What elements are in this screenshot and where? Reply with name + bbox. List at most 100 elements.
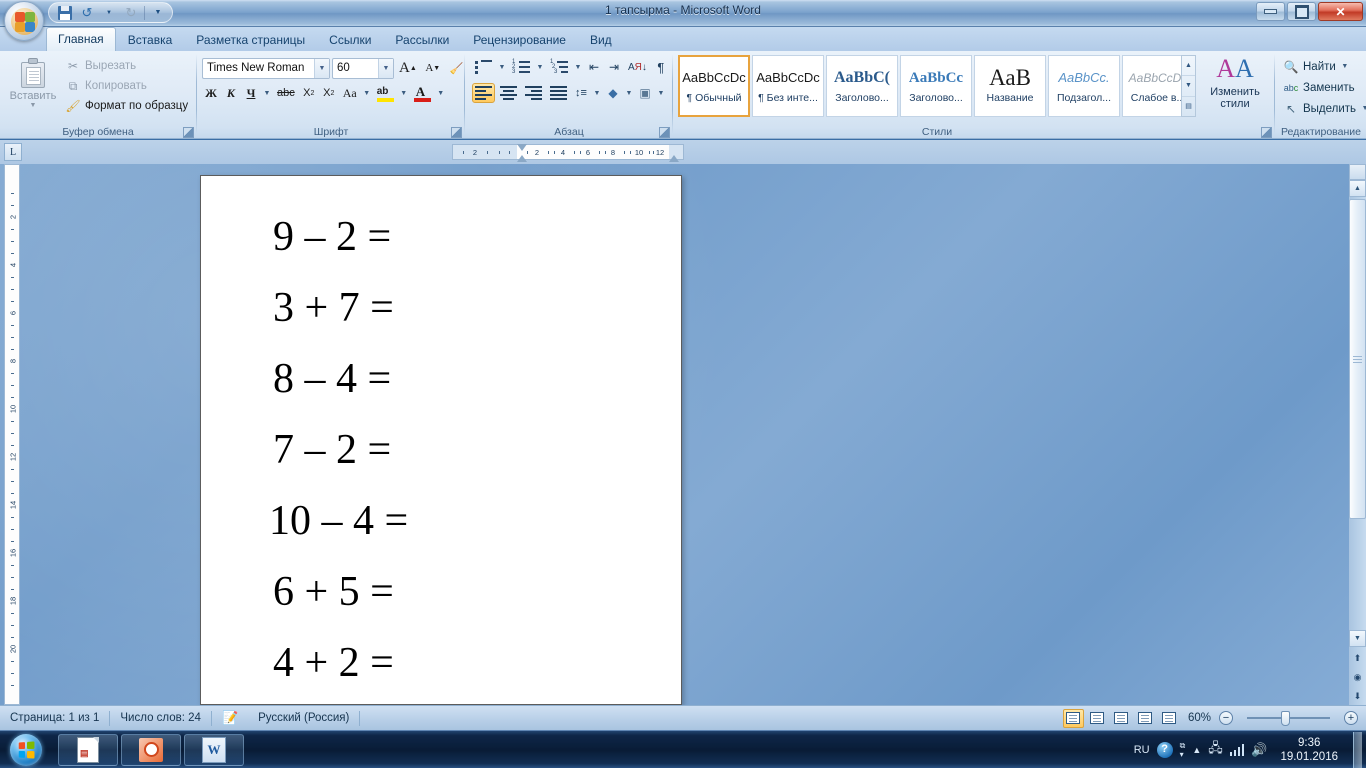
gallery-scroll-down-icon[interactable]: ▼: [1182, 76, 1195, 97]
underline-dropdown-icon[interactable]: ▼: [262, 90, 272, 97]
tab-insert[interactable]: Вставка: [116, 29, 185, 51]
zoom-level-label[interactable]: 60%: [1183, 712, 1216, 724]
zoom-out-button[interactable]: −: [1219, 711, 1233, 725]
maximize-button[interactable]: [1287, 2, 1316, 21]
select-dropdown-icon[interactable]: ▼: [1360, 105, 1366, 112]
chevron-down-icon[interactable]: ▼: [378, 58, 393, 78]
taskbar-item-paint-document[interactable]: ▤: [58, 733, 118, 766]
first-line-indent-marker[interactable]: [517, 144, 527, 151]
font-name-combo[interactable]: Times New Roman ▼: [202, 57, 330, 79]
chevron-down-icon[interactable]: ▼: [314, 58, 329, 78]
find-dropdown-icon[interactable]: ▼: [1340, 63, 1350, 70]
redo-button[interactable]: ↻: [121, 4, 141, 22]
language-indicator[interactable]: Русский (Россия): [248, 706, 359, 731]
tab-view[interactable]: Вид: [578, 29, 624, 51]
styles-dialog-launcher[interactable]: [1260, 126, 1272, 138]
vertical-ruler[interactable]: 2 4 6 8 10 12 14 16 18 20: [4, 164, 20, 705]
split-window-handle[interactable]: [1349, 164, 1366, 180]
change-styles-button[interactable]: AA Изменить стили: [1208, 53, 1262, 117]
vertical-scrollbar[interactable]: ▲ ▼ ⬆ ◉ ⬇: [1349, 164, 1366, 705]
view-draft-button[interactable]: [1159, 709, 1180, 728]
customize-quick-access-icon[interactable]: ▼: [148, 4, 168, 22]
clipboard-dialog-launcher[interactable]: [182, 126, 194, 138]
superscript-button[interactable]: X2: [320, 83, 338, 103]
bullets-button[interactable]: [472, 57, 495, 77]
style-card-subtitle[interactable]: AaBbCc. Подзагол...: [1048, 55, 1120, 117]
strikethrough-button[interactable]: abc: [274, 83, 298, 103]
tab-home[interactable]: Главная: [46, 27, 116, 51]
zoom-in-button[interactable]: +: [1344, 711, 1358, 725]
numbering-button[interactable]: 123: [509, 57, 533, 77]
shading-button[interactable]: ◆: [604, 83, 622, 103]
style-card-normal[interactable]: AaBbCcDc ¶ Обычный: [678, 55, 750, 117]
scroll-up-button[interactable]: ▲: [1349, 180, 1366, 197]
multilevel-list-button[interactable]: 123: [547, 57, 571, 77]
undo-dropdown-icon[interactable]: ▼: [99, 4, 119, 22]
highlight-button[interactable]: ab: [374, 83, 397, 103]
view-outline-button[interactable]: [1135, 709, 1156, 728]
gallery-more-icon[interactable]: ▤: [1182, 97, 1195, 116]
highlight-dropdown-icon[interactable]: ▼: [399, 90, 409, 97]
horizontal-ruler[interactable]: 2 2 4 6 8 10 12: [452, 144, 684, 162]
font-color-dropdown-icon[interactable]: ▼: [436, 90, 446, 97]
line-spacing-button[interactable]: ↕≡: [572, 83, 590, 103]
document-page[interactable]: 9 – 2 = 3 + 7 = 8 – 4 = 7 – 2 = 10 – 4 =…: [200, 175, 682, 705]
subscript-button[interactable]: X2: [300, 83, 318, 103]
volume-icon[interactable]: 🔊: [1251, 742, 1267, 758]
grow-font-button[interactable]: A ▲: [396, 57, 420, 79]
select-browse-object-button[interactable]: ◉: [1349, 669, 1366, 686]
word-count-indicator[interactable]: Число слов: 24: [110, 706, 211, 731]
increase-indent-button[interactable]: ⇥: [605, 57, 623, 77]
paragraph-dialog-launcher[interactable]: [658, 126, 670, 138]
document-text-body[interactable]: 9 – 2 = 3 + 7 = 8 – 4 = 7 – 2 = 10 – 4 =…: [269, 202, 671, 699]
signal-strength-icon[interactable]: [1229, 743, 1245, 756]
zoom-slider-handle[interactable]: [1281, 710, 1290, 726]
style-card-no-spacing[interactable]: AaBbCcDc ¶ Без инте...: [752, 55, 824, 117]
multilevel-dropdown-icon[interactable]: ▼: [573, 64, 583, 71]
undo-button[interactable]: ↺: [77, 4, 97, 22]
office-button[interactable]: [4, 1, 44, 41]
tab-references[interactable]: Ссылки: [317, 29, 383, 51]
taskbar-item-powerpoint[interactable]: [121, 733, 181, 766]
taskbar-clock[interactable]: 9:36 19.01.2016: [1274, 736, 1344, 764]
font-dialog-launcher[interactable]: [450, 126, 462, 138]
formatting-marks-button[interactable]: ¶: [652, 57, 670, 77]
tab-page-layout[interactable]: Разметка страницы: [184, 29, 317, 51]
replace-button[interactable]: ab c Заменить: [1280, 77, 1366, 98]
change-case-button[interactable]: Aa: [340, 83, 360, 103]
tab-review[interactable]: Рецензирование: [461, 29, 578, 51]
italic-button[interactable]: К: [222, 83, 240, 103]
view-web-layout-button[interactable]: [1111, 709, 1132, 728]
view-full-screen-reading-button[interactable]: [1087, 709, 1108, 728]
style-card-heading-2[interactable]: AaBbCc Заголово...: [900, 55, 972, 117]
line-spacing-dropdown-icon[interactable]: ▼: [592, 90, 602, 97]
change-case-dropdown-icon[interactable]: ▼: [362, 90, 372, 97]
start-button[interactable]: [2, 732, 50, 768]
bullets-dropdown-icon[interactable]: ▼: [497, 64, 507, 71]
view-print-layout-button[interactable]: [1062, 708, 1084, 728]
style-card-title[interactable]: АаВ Название: [974, 55, 1046, 117]
tab-stop-selector[interactable]: L: [4, 143, 22, 161]
decrease-indent-button[interactable]: ⇤: [585, 57, 603, 77]
find-button[interactable]: 🔍 Найти ▼: [1280, 56, 1366, 77]
minimize-button[interactable]: [1256, 2, 1285, 21]
paste-button[interactable]: Вставить ▼: [6, 55, 60, 119]
network-icon[interactable]: 🖧: [1208, 739, 1223, 761]
format-painter-button[interactable]: 🖌 Формат по образцу: [62, 96, 191, 116]
styles-gallery-scrollbar[interactable]: ▲ ▼ ▤: [1181, 55, 1196, 117]
zoom-slider[interactable]: [1236, 709, 1341, 728]
save-button[interactable]: [55, 4, 75, 22]
shrink-font-button[interactable]: A ▼: [422, 57, 444, 79]
sort-button[interactable]: A Я ↓: [625, 57, 650, 77]
cut-button[interactable]: ✂ Вырезать: [62, 56, 191, 76]
bold-button[interactable]: Ж: [202, 83, 220, 103]
borders-dropdown-icon[interactable]: ▼: [656, 90, 666, 97]
align-left-button[interactable]: [472, 83, 495, 103]
proofing-status-button[interactable]: 📝: [212, 706, 248, 731]
font-color-button[interactable]: A: [411, 83, 434, 103]
shading-dropdown-icon[interactable]: ▼: [624, 90, 634, 97]
font-size-combo[interactable]: 60 ▼: [332, 57, 394, 79]
borders-button[interactable]: ▣: [636, 83, 654, 103]
copy-button[interactable]: ⧉ Копировать: [62, 76, 191, 96]
align-right-button[interactable]: [522, 83, 545, 103]
